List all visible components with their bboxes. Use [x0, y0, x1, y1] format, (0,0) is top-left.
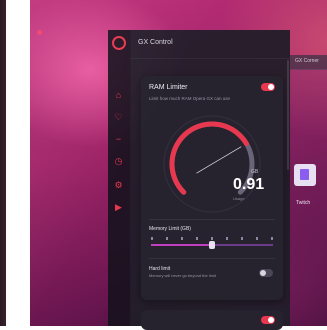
browser-tab-label: GX Corner — [295, 58, 319, 64]
panel-header: GX Control — [130, 30, 290, 59]
screen-bezel — [0, 0, 6, 326]
gauge-unit: GB — [251, 169, 259, 175]
slider-tick — [181, 237, 183, 240]
slider-tick — [241, 237, 243, 240]
dash-icon[interactable]: − — [113, 134, 124, 145]
slider-fill — [151, 244, 212, 246]
hard-limit-description: Memory will never go beyond the limit — [149, 273, 216, 278]
gauge-needle — [196, 146, 242, 174]
browser-tab[interactable]: GX Corner — [290, 55, 327, 70]
browser-page — [290, 69, 327, 326]
slider-handle[interactable] — [209, 241, 215, 249]
slider-tick — [226, 237, 228, 240]
divider — [149, 258, 275, 259]
home-icon[interactable]: ⌂ — [113, 90, 124, 101]
memory-limit-label: Memory Limit (GB) — [149, 226, 191, 232]
panel-scrollbar[interactable] — [287, 60, 289, 170]
next-card-toggle[interactable] — [261, 316, 275, 324]
speed-dial-twitch[interactable] — [294, 164, 316, 186]
play-icon[interactable]: ▶ — [113, 202, 124, 213]
speed-dial-twitch-label: Twitch — [296, 200, 311, 206]
gauge-caption: Usage — [233, 196, 245, 201]
settings-icon[interactable]: ⚙ — [113, 180, 124, 191]
twitch-icon — [300, 169, 309, 180]
gauge-value: 0.91 — [233, 176, 265, 193]
browser-sidebar: ⌂ ♡ − ◷ ⚙ ▶ — [108, 30, 131, 326]
slider-tick — [166, 237, 168, 240]
memory-limit-slider[interactable] — [151, 241, 273, 249]
slider-tick — [256, 237, 258, 240]
ram-usage-gauge — [163, 115, 261, 213]
slider-tick — [196, 237, 198, 240]
toggle-knob — [268, 317, 274, 323]
heart-icon[interactable]: ♡ — [113, 112, 124, 123]
next-card — [141, 310, 283, 330]
indicator-light — [37, 30, 42, 35]
hard-limit-title: Hard limit — [149, 266, 171, 272]
divider — [149, 219, 275, 220]
toggle-knob — [260, 270, 266, 276]
panel-title: GX Control — [138, 39, 173, 46]
slider-tick — [211, 237, 213, 240]
clock-icon[interactable]: ◷ — [113, 156, 124, 167]
gx-logo-icon[interactable] — [112, 36, 126, 50]
hard-limit-toggle[interactable] — [259, 269, 273, 277]
ram-limiter-card: RAM Limiter Limit how much RAM Opera GX … — [141, 76, 283, 300]
slider-tick — [151, 237, 153, 240]
slider-tick — [271, 237, 273, 240]
